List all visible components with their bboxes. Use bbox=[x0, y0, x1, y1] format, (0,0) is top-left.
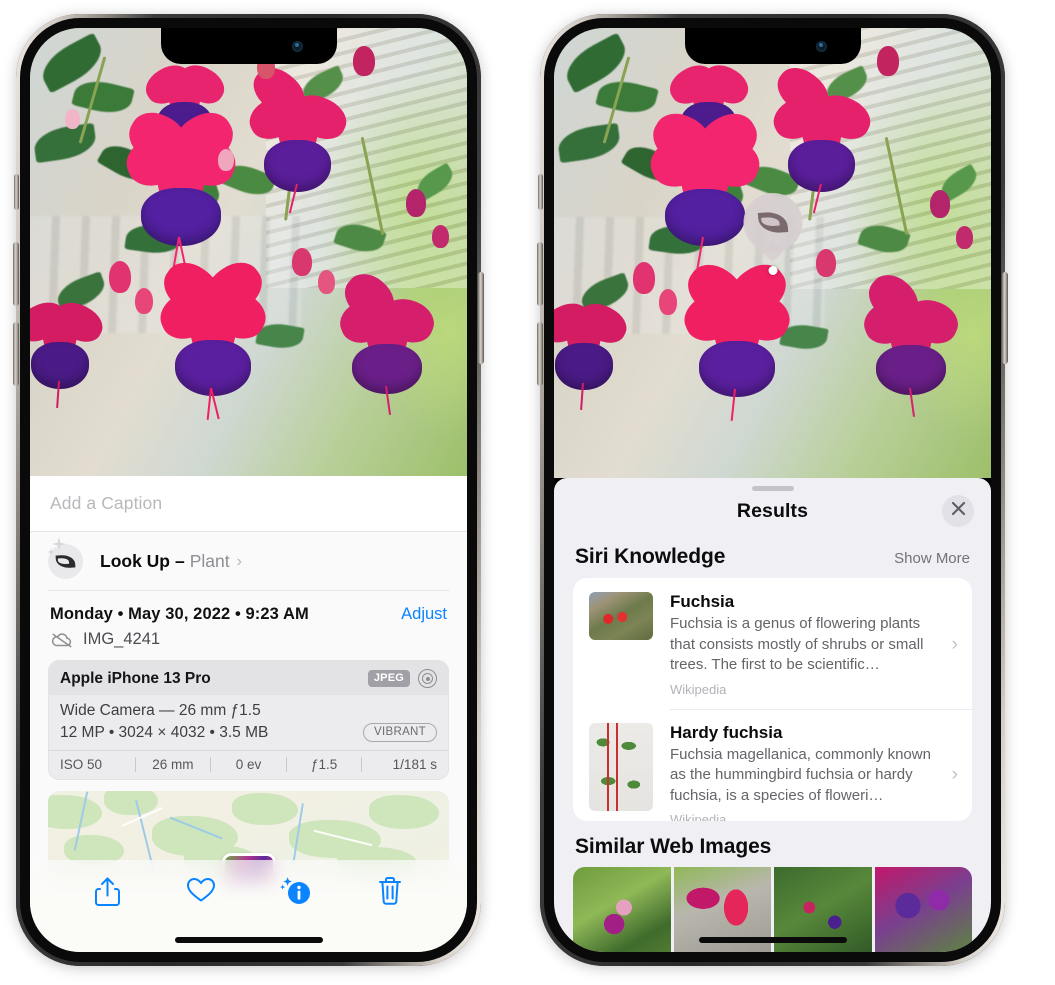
list-item[interactable]: Hardy fuchsia Fuchsia magellanica, commo… bbox=[573, 708, 972, 821]
knowledge-source: Wikipedia bbox=[670, 812, 727, 821]
cloud-slash-icon bbox=[50, 632, 74, 648]
notch-right bbox=[684, 28, 861, 64]
siri-knowledge-header: Siri Knowledge Show More bbox=[554, 531, 991, 578]
volume-down-button-left[interactable] bbox=[13, 322, 19, 386]
exif-stats-row: ISO 50 26 mm 0 ev ƒ1.5 1/181 s bbox=[49, 750, 448, 779]
front-camera bbox=[291, 41, 303, 52]
home-indicator-right[interactable] bbox=[698, 937, 847, 943]
favorite-button[interactable] bbox=[154, 876, 248, 908]
siri-knowledge-heading: Siri Knowledge bbox=[575, 545, 726, 569]
iphone-right-visual-lookup: Results Siri Knowledge Show More Fuchsia… bbox=[537, 14, 1008, 966]
look-up-label-group: Look Up – Plant › bbox=[100, 551, 242, 572]
results-sheet: Results Siri Knowledge Show More Fuchsia… bbox=[554, 478, 991, 952]
home-indicator-left[interactable] bbox=[174, 937, 323, 943]
photo-filename: IMG_4241 bbox=[83, 630, 161, 648]
volume-down-button-right[interactable] bbox=[537, 322, 543, 386]
pin-anchor-dot bbox=[768, 266, 777, 275]
exif-stat-iso: ISO 50 bbox=[60, 757, 103, 772]
knowledge-source: Wikipedia bbox=[670, 681, 727, 697]
look-up-row[interactable]: Look Up – Plant › bbox=[30, 532, 467, 591]
share-icon bbox=[94, 876, 121, 912]
results-title: Results bbox=[736, 499, 809, 522]
close-button[interactable] bbox=[942, 494, 974, 527]
aperture-icon[interactable] bbox=[418, 669, 437, 688]
exif-stat-shutter: 1/181 s bbox=[392, 757, 437, 772]
info-button[interactable] bbox=[249, 876, 343, 912]
show-more-button[interactable]: Show More bbox=[894, 550, 970, 567]
leaf-pin-bubble[interactable] bbox=[743, 193, 802, 252]
web-image-thumb[interactable] bbox=[874, 866, 972, 952]
similar-web-images-heading: Similar Web Images bbox=[575, 834, 772, 858]
knowledge-title: Hardy fuchsia bbox=[670, 722, 783, 742]
web-image-thumb[interactable] bbox=[573, 866, 671, 952]
file-row: IMG_4241 bbox=[30, 626, 467, 660]
look-up-dash: – bbox=[175, 551, 185, 571]
power-button-left[interactable] bbox=[478, 272, 484, 364]
caption-placeholder: Add a Caption bbox=[50, 493, 163, 513]
adjust-button[interactable]: Adjust bbox=[401, 605, 447, 624]
photographic-style-badge: VIBRANT bbox=[363, 723, 437, 742]
look-up-label: Look Up bbox=[100, 551, 170, 571]
chevron-right-icon: › bbox=[951, 633, 958, 655]
list-item[interactable]: Fuchsia Fuchsia is a genus of flowering … bbox=[573, 578, 972, 709]
heart-icon bbox=[186, 876, 216, 908]
spec-line: 12 MP • 3024 × 4032 • 3.5 MB bbox=[60, 723, 269, 741]
photo-fuchsia-right[interactable] bbox=[554, 28, 991, 478]
leaf-sparkle-icon bbox=[47, 537, 83, 579]
chevron-right-icon: › bbox=[951, 764, 958, 786]
hardy-fuchsia-specimen-thumb bbox=[589, 722, 653, 811]
share-button[interactable] bbox=[60, 876, 154, 912]
caption-input[interactable]: Add a Caption bbox=[30, 476, 467, 532]
exif-body: Wide Camera — 26 mm ƒ1.5 12 MP • 3024 × … bbox=[49, 695, 448, 750]
screen-left: Add a Caption Look Up – Plant › Monday •… bbox=[30, 28, 467, 952]
date-row: Monday • May 30, 2022 • 9:23 AM Adjust bbox=[30, 591, 467, 626]
exif-stat-focal: 26 mm bbox=[152, 757, 194, 772]
leaf-icon bbox=[757, 211, 788, 234]
mute-switch-left[interactable] bbox=[14, 174, 19, 210]
notch-left bbox=[160, 28, 337, 64]
lens-line: Wide Camera — 26 mm ƒ1.5 bbox=[60, 702, 261, 719]
info-sparkle-icon bbox=[279, 876, 312, 912]
photo-fuchsia-left[interactable] bbox=[30, 28, 467, 476]
volume-up-button-right[interactable] bbox=[537, 242, 543, 306]
exif-header: Apple iPhone 13 Pro JPEG bbox=[49, 661, 448, 695]
knowledge-title: Fuchsia bbox=[670, 592, 735, 612]
knowledge-description: Fuchsia is a genus of flowering plants t… bbox=[670, 615, 924, 674]
close-icon bbox=[951, 501, 966, 521]
exif-stat-aperture: ƒ1.5 bbox=[310, 757, 338, 772]
similar-web-images-header: Similar Web Images bbox=[554, 821, 991, 867]
power-button-right[interactable] bbox=[1002, 272, 1008, 364]
fuchsia-red-flowers-thumb bbox=[589, 592, 653, 641]
exif-stat-ev: 0 ev bbox=[235, 757, 262, 772]
look-up-subject: Plant bbox=[189, 551, 230, 571]
chevron-right-icon: › bbox=[236, 552, 242, 570]
photo-info-sheet: Add a Caption Look Up – Plant › Monday •… bbox=[30, 476, 467, 952]
delete-button[interactable] bbox=[343, 876, 437, 911]
iphone-left-photos-info: Add a Caption Look Up – Plant › Monday •… bbox=[13, 14, 484, 966]
volume-up-button-left[interactable] bbox=[13, 242, 19, 306]
exif-card[interactable]: Apple iPhone 13 Pro JPEG Wide Camera — 2… bbox=[48, 660, 449, 780]
mute-switch-right[interactable] bbox=[538, 174, 543, 210]
camera-device-name: Apple iPhone 13 Pro bbox=[60, 669, 211, 687]
visual-lookup-pin[interactable] bbox=[743, 193, 802, 275]
screen-right: Results Siri Knowledge Show More Fuchsia… bbox=[554, 28, 991, 952]
trash-icon bbox=[377, 876, 403, 911]
photo-date: Monday • May 30, 2022 • 9:23 AM bbox=[50, 605, 309, 623]
leaf-icon bbox=[55, 554, 76, 569]
screenshot-stage: Add a Caption Look Up – Plant › Monday •… bbox=[0, 0, 1055, 985]
front-camera bbox=[815, 41, 827, 52]
siri-knowledge-card: Fuchsia Fuchsia is a genus of flowering … bbox=[573, 578, 972, 821]
results-header: Results bbox=[554, 491, 991, 532]
format-badge: JPEG bbox=[367, 670, 410, 687]
knowledge-description: Fuchsia magellanica, commonly known as t… bbox=[670, 745, 931, 804]
